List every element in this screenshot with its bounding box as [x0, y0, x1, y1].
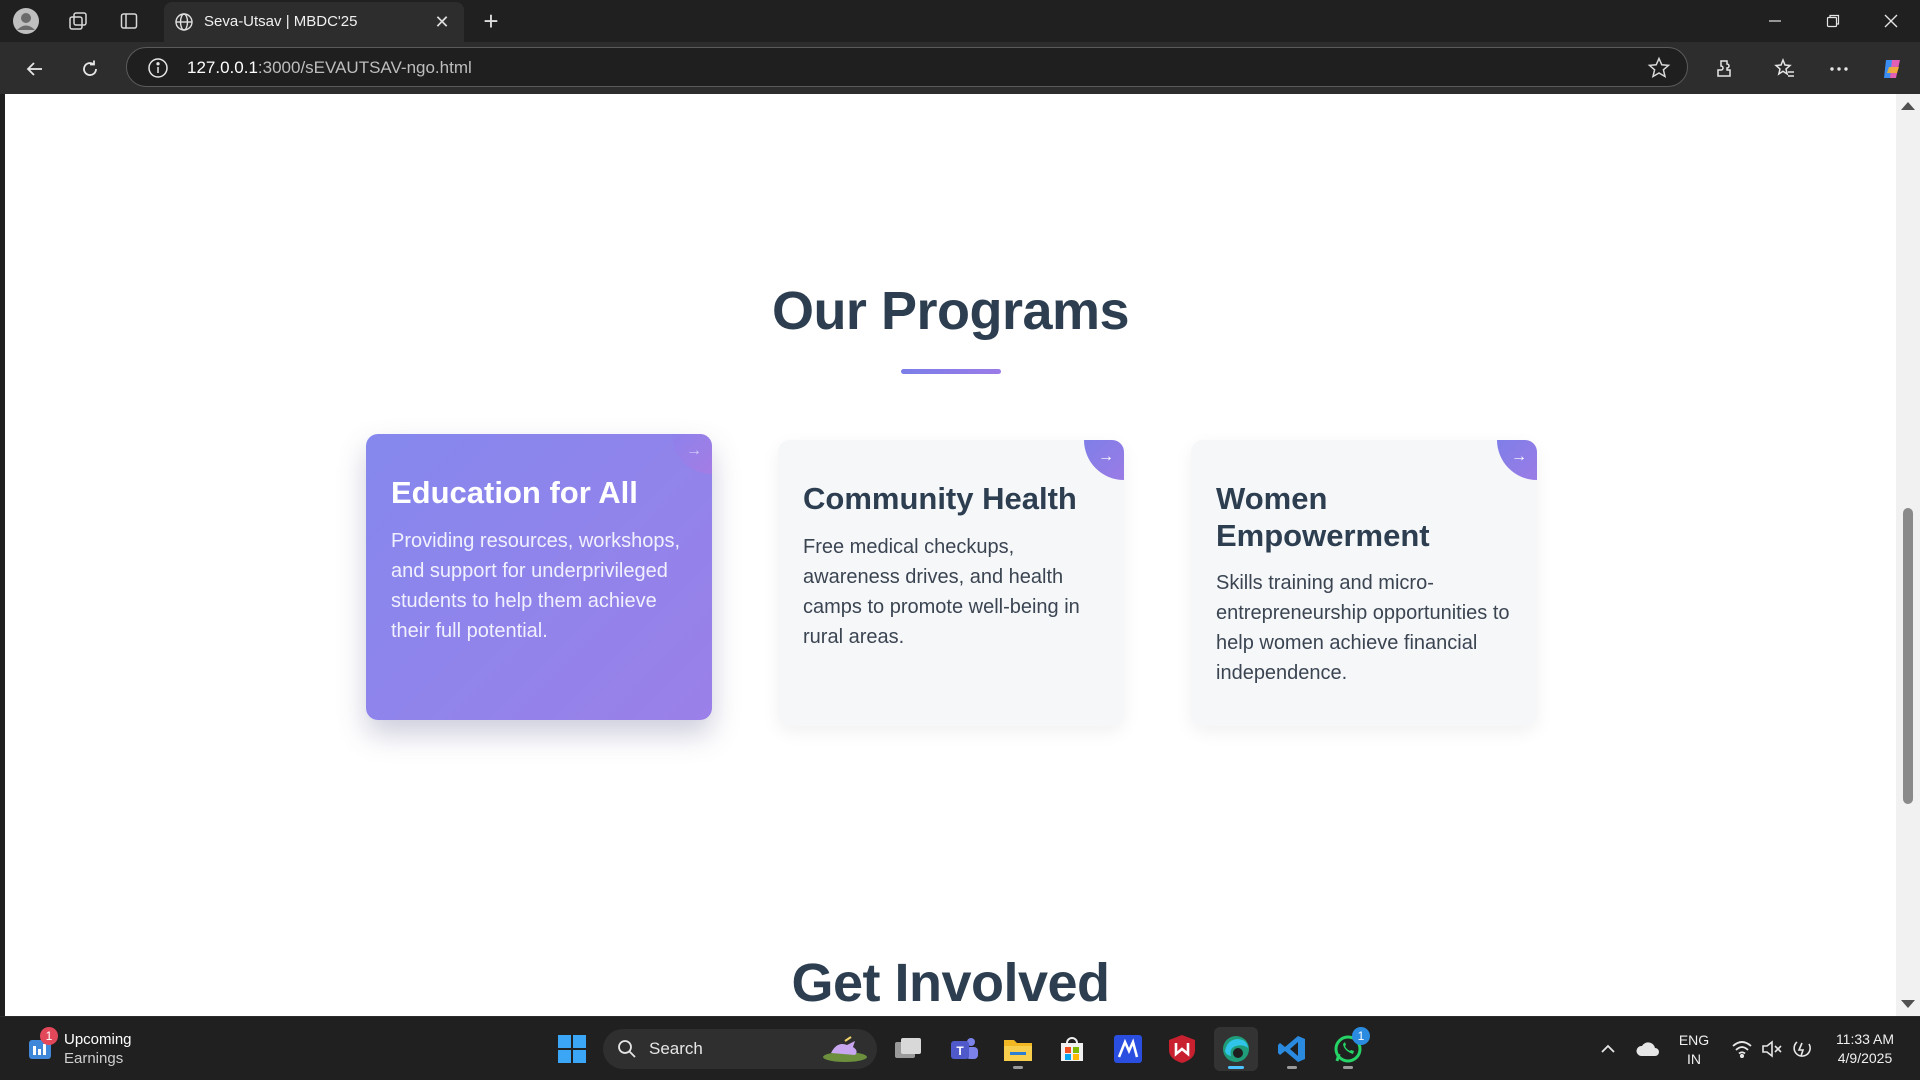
widget-subtitle: Earnings	[64, 1050, 124, 1067]
svg-text:T: T	[956, 1044, 964, 1058]
extensions-icon[interactable]	[1707, 52, 1741, 86]
program-card-women[interactable]: → Women Empowerment Skills training and …	[1191, 440, 1537, 726]
card-description: Skills training and micro-entrepreneursh…	[1216, 572, 1510, 684]
running-indicator	[1287, 1066, 1297, 1069]
address-bar[interactable]: 127.0.0.1:3000/sEVAUTSAV-ngo.html	[126, 47, 1688, 87]
arrow-right-icon: →	[1098, 448, 1114, 465]
programs-heading: Our Programs	[771, 281, 1130, 341]
running-indicator	[1228, 1066, 1244, 1069]
battery-charging-icon[interactable]	[1780, 1027, 1824, 1071]
favorite-star-icon[interactable]	[1647, 56, 1671, 80]
task-view-icon[interactable]	[886, 1027, 930, 1071]
whatsapp-badge: 1	[1352, 1027, 1370, 1045]
file-explorer-icon[interactable]	[996, 1027, 1040, 1071]
favorites-icon[interactable]	[1768, 52, 1802, 86]
profile-avatar-icon[interactable]	[10, 6, 42, 36]
clock-date: 4/9/2025	[1837, 1050, 1893, 1066]
arrow-right-icon: →	[1511, 448, 1527, 465]
card-title: Community Health	[803, 481, 1077, 516]
more-options-icon[interactable]	[1822, 52, 1856, 86]
running-indicator	[1343, 1066, 1353, 1069]
taskbar-search[interactable]: Search	[603, 1029, 877, 1069]
search-label: Search	[649, 1039, 703, 1058]
copilot-icon[interactable]	[1876, 52, 1910, 86]
card-corner-arrow[interactable]: →	[1084, 440, 1124, 480]
region-code: IN	[1687, 1051, 1701, 1067]
refresh-icon[interactable]	[73, 52, 107, 86]
card-description: Providing resources, workshops, and supp…	[391, 530, 681, 642]
scrollbar-thumb[interactable]	[1903, 508, 1913, 804]
chevron-up-icon[interactable]	[1586, 1027, 1630, 1071]
page-scrollbar[interactable]	[1896, 94, 1920, 1016]
running-indicator	[1013, 1066, 1023, 1069]
card-description: Free medical checkups, awareness drives,…	[803, 536, 1080, 648]
program-card-education[interactable]: → Education for All Providing resources,…	[366, 434, 712, 720]
language-indicator[interactable]: ENG IN	[1676, 1031, 1712, 1069]
restore-icon[interactable]	[1804, 0, 1862, 42]
workspaces-icon[interactable]	[62, 6, 94, 36]
back-icon[interactable]	[18, 52, 52, 86]
clock-time: 11:33 AM	[1835, 1031, 1895, 1047]
whatsapp-icon[interactable]: 1	[1326, 1027, 1370, 1071]
windows-taskbar: 1 Upcoming Earnings Search T 1 ENG IN 11…	[0, 1016, 1920, 1080]
new-tab-button[interactable]: +	[476, 8, 506, 38]
arrow-right-icon: →	[686, 442, 702, 459]
vscode-icon[interactable]	[1270, 1027, 1314, 1071]
browser-toolbar: 127.0.0.1:3000/sEVAUTSAV-ngo.html	[0, 42, 1920, 94]
teams-icon[interactable]: T	[942, 1027, 986, 1071]
browser-tab-bar: Seva-Utsav | MBDC'25 ✕ +	[0, 0, 1920, 42]
globe-icon	[174, 12, 194, 32]
search-icon	[617, 1039, 637, 1059]
card-title: Women Empowerment	[1216, 481, 1430, 553]
microsoft-store-icon[interactable]	[1050, 1027, 1094, 1071]
widget-badge: 1	[40, 1027, 58, 1045]
widget-title: Upcoming	[64, 1031, 132, 1048]
close-tab-icon[interactable]: ✕	[430, 10, 454, 34]
site-info-icon[interactable]	[147, 57, 169, 79]
program-card-health[interactable]: → Community Health Free medical checkups…	[778, 440, 1124, 726]
card-corner-arrow[interactable]: →	[1497, 440, 1537, 480]
onedrive-cloud-icon[interactable]	[1626, 1027, 1670, 1071]
active-tab[interactable]: Seva-Utsav | MBDC'25 ✕	[164, 2, 464, 42]
close-window-icon[interactable]	[1862, 0, 1920, 42]
url-text[interactable]: 127.0.0.1:3000/sEVAUTSAV-ngo.html	[187, 58, 472, 78]
clock[interactable]: 11:33 AM 4/9/2025	[1822, 1030, 1908, 1068]
scroll-up-icon[interactable]	[1901, 102, 1915, 110]
start-button[interactable]	[550, 1027, 594, 1071]
get-involved-heading: Get Involved	[791, 953, 1110, 1013]
weather-widget[interactable]: 1 Upcoming Earnings	[24, 1027, 184, 1071]
heading-underline	[901, 369, 1001, 374]
scroll-down-icon[interactable]	[1901, 1000, 1915, 1008]
language-code: ENG	[1678, 1032, 1710, 1048]
search-highlight-icon	[821, 1035, 869, 1063]
card-title: Education for All	[391, 475, 638, 510]
edge-browser-icon[interactable]	[1214, 1027, 1258, 1071]
tab-title: Seva-Utsav | MBDC'25	[204, 13, 358, 30]
page-viewport: Our Programs → Education for All Providi…	[5, 94, 1896, 1016]
card-corner-arrow[interactable]: →	[672, 434, 712, 474]
app-m-icon[interactable]	[1106, 1027, 1150, 1071]
minimize-icon[interactable]	[1746, 0, 1804, 42]
mcafee-icon[interactable]	[1160, 1027, 1204, 1071]
vertical-tabs-icon[interactable]	[113, 6, 145, 36]
